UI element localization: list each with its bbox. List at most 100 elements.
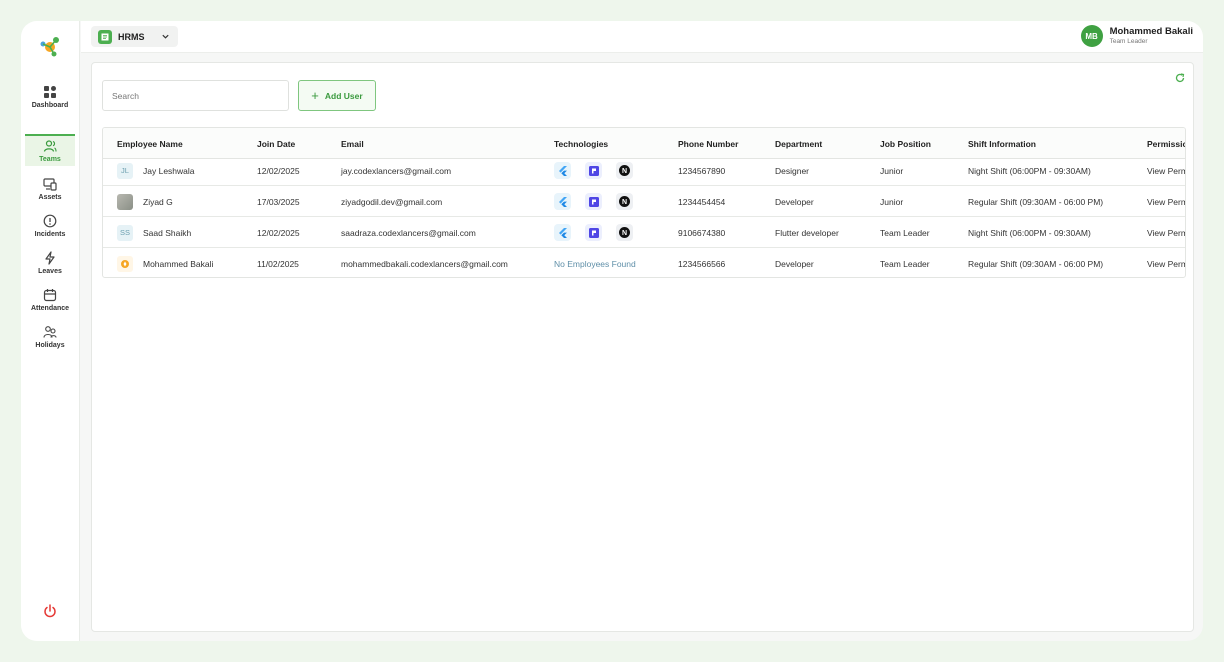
email: mohammedbakali.codexlancers@gmail.com bbox=[341, 258, 508, 269]
email: saadraza.codexlancers@gmail.com bbox=[341, 227, 476, 238]
ui-icon bbox=[585, 162, 602, 179]
employee-cell: JL Jay Leshwala bbox=[117, 155, 195, 186]
svg-text:N: N bbox=[622, 230, 627, 237]
employee-name: Jay Leshwala bbox=[143, 165, 195, 176]
job-position: Team Leader bbox=[880, 258, 930, 269]
add-user-button[interactable]: + Add User bbox=[298, 80, 376, 111]
no-technologies-text: No Employees Found bbox=[554, 258, 636, 269]
people-icon bbox=[43, 326, 57, 338]
sidebar-item-label: Teams bbox=[39, 156, 61, 163]
teams-card: + Add User Employee Name Join Date Email… bbox=[91, 62, 1194, 632]
view-permissions-link[interactable]: View Permissions bbox=[1147, 155, 1185, 186]
plus-icon: + bbox=[311, 87, 319, 103]
employee-name: Ziyad G bbox=[143, 196, 173, 207]
user-menu[interactable]: MB Mohammed Bakali Team Leader bbox=[1080, 25, 1193, 47]
search-input[interactable] bbox=[102, 80, 289, 111]
nextjs-icon: N bbox=[616, 224, 633, 241]
flutter-icon bbox=[554, 162, 571, 179]
employee-name: Saad Shaikh bbox=[143, 227, 192, 238]
devices-icon bbox=[43, 178, 57, 191]
employee-cell: Mohammed Bakali bbox=[117, 248, 214, 277]
shift-info: Night Shift (06:00PM - 09:30AM) bbox=[968, 165, 1091, 176]
app-name: HRMS bbox=[118, 31, 145, 42]
users-icon bbox=[43, 140, 57, 152]
technologies: N bbox=[554, 217, 647, 248]
employee-photo bbox=[117, 193, 133, 210]
employee-cell: SS Saad Shaikh bbox=[117, 217, 191, 248]
technologies: N bbox=[554, 155, 647, 186]
department: Designer bbox=[775, 165, 810, 176]
department: Flutter developer bbox=[775, 227, 839, 238]
flutter-icon bbox=[554, 193, 571, 210]
add-user-label: Add User bbox=[324, 90, 363, 101]
technologies: N bbox=[554, 186, 647, 217]
user-role: Team Leader bbox=[1109, 38, 1148, 45]
shift-info: Regular Shift (09:30AM - 06:00 PM) bbox=[968, 196, 1104, 207]
department: Developer bbox=[775, 258, 814, 269]
chevron-down-icon bbox=[161, 34, 169, 39]
nextjs-icon: N bbox=[616, 162, 633, 179]
sidebar-item-teams[interactable]: Teams bbox=[25, 134, 75, 166]
join-date: 11/02/2025 bbox=[257, 258, 299, 269]
app-frame: Dashboard Teams Assets Incidents Leaves … bbox=[21, 21, 1203, 641]
email: ziyadgodil.dev@gmail.com bbox=[341, 196, 443, 207]
table-row[interactable]: Mohammed Bakali 11/02/2025 mohammedbakal… bbox=[103, 248, 1185, 277]
employee-avatar: SS bbox=[117, 224, 133, 241]
job-position: Junior bbox=[880, 196, 904, 207]
avatar: MB bbox=[1080, 25, 1103, 47]
table-row[interactable]: SS Saad Shaikh 12/02/2025 saadraza.codex… bbox=[103, 217, 1185, 248]
app-logo-icon bbox=[40, 37, 59, 57]
alert-circle-icon bbox=[43, 214, 57, 228]
department: Developer bbox=[775, 196, 814, 207]
sidebar-item-attendance[interactable]: Attendance bbox=[25, 284, 75, 316]
view-permissions-link[interactable]: View Permissions bbox=[1147, 248, 1185, 277]
bolt-icon bbox=[45, 251, 55, 265]
document-icon bbox=[101, 33, 109, 40]
job-position: Junior bbox=[880, 165, 904, 176]
sidebar-item-label: Leaves bbox=[38, 268, 62, 275]
employee-name: Mohammed Bakali bbox=[143, 258, 214, 269]
sidebar-item-leaves[interactable]: Leaves bbox=[25, 247, 75, 279]
svg-text:N: N bbox=[622, 199, 627, 206]
phone: 1234567890 bbox=[678, 165, 726, 176]
refresh-icon[interactable] bbox=[1175, 73, 1185, 83]
phone: 1234566566 bbox=[678, 258, 726, 269]
shift-info: Regular Shift (09:30AM - 06:00 PM) bbox=[968, 258, 1104, 269]
view-permissions-link[interactable]: View Permissions bbox=[1147, 217, 1185, 248]
employee-avatar-icon bbox=[117, 255, 133, 272]
sidebar-item-incidents[interactable]: Incidents bbox=[25, 210, 75, 242]
phone: 9106674380 bbox=[678, 227, 726, 238]
nextjs-icon: N bbox=[616, 193, 633, 210]
app-switcher[interactable]: HRMS bbox=[91, 26, 178, 47]
svg-text:N: N bbox=[622, 168, 627, 175]
employee-cell: Ziyad G bbox=[117, 186, 173, 217]
join-date: 12/02/2025 bbox=[257, 227, 300, 238]
calendar-icon bbox=[43, 289, 57, 302]
phone: 1234454454 bbox=[678, 196, 726, 207]
table-row[interactable]: JL Jay Leshwala 12/02/2025 jay.codexlanc… bbox=[103, 155, 1185, 186]
top-bar: HRMS MB Mohammed Bakali Team Leader bbox=[81, 21, 1203, 53]
grid-icon bbox=[44, 86, 56, 98]
email: jay.codexlancers@gmail.com bbox=[341, 165, 452, 176]
sidebar-item-label: Incidents bbox=[34, 231, 66, 238]
app-icon bbox=[98, 29, 112, 44]
sidebar: Dashboard Teams Assets Incidents Leaves … bbox=[21, 21, 80, 641]
power-icon[interactable] bbox=[43, 604, 57, 618]
sidebar-item-assets[interactable]: Assets bbox=[25, 173, 75, 205]
employees-table: Employee Name Join Date Email Technologi… bbox=[102, 127, 1186, 278]
ui-icon bbox=[585, 224, 602, 241]
ui-icon bbox=[585, 193, 602, 210]
employee-avatar: JL bbox=[117, 162, 133, 179]
sidebar-item-label: Holidays bbox=[35, 342, 65, 349]
shift-info: Night Shift (06:00PM - 09:30AM) bbox=[968, 227, 1091, 238]
join-date: 12/02/2025 bbox=[257, 165, 300, 176]
view-permissions-link[interactable]: View Permissions bbox=[1147, 186, 1185, 217]
sidebar-item-label: Assets bbox=[38, 194, 62, 201]
table-row[interactable]: Ziyad G 17/03/2025 ziyadgodil.dev@gmail.… bbox=[103, 186, 1185, 217]
sidebar-item-label: Attendance bbox=[30, 305, 70, 312]
join-date: 17/03/2025 bbox=[257, 196, 300, 207]
user-name: Mohammed Bakali bbox=[1109, 26, 1193, 37]
sidebar-item-label: Dashboard bbox=[31, 102, 69, 109]
sidebar-item-holidays[interactable]: Holidays bbox=[25, 321, 75, 353]
sidebar-item-dashboard[interactable]: Dashboard bbox=[25, 81, 75, 113]
